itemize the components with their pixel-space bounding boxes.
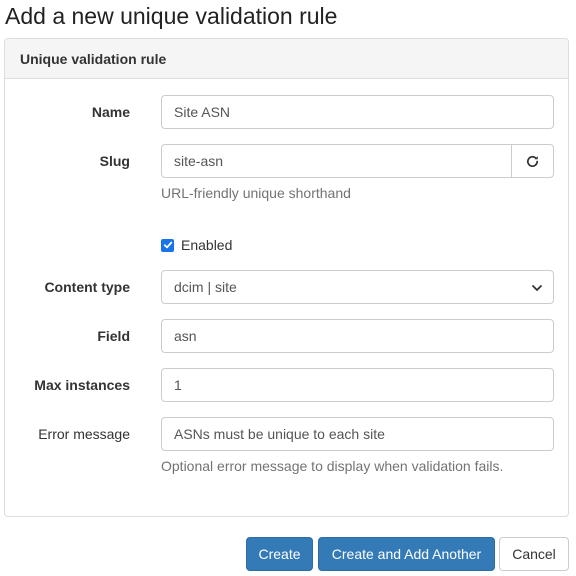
- panel-heading: Unique validation rule: [5, 39, 568, 79]
- slug-help-text: URL-friendly unique shorthand: [161, 185, 351, 201]
- regenerate-slug-button[interactable]: [511, 144, 554, 178]
- error-message-help-text: Optional error message to display when v…: [161, 458, 504, 474]
- error-message-input[interactable]: ASNs must be unique to each site: [161, 417, 554, 451]
- enabled-label: Enabled: [181, 237, 233, 253]
- name-label: Name: [91, 104, 130, 120]
- create-button[interactable]: Create: [246, 537, 313, 571]
- rule-form-panel: Unique validation rule Name Site ASN Slu…: [4, 38, 569, 517]
- checkmark-icon: [163, 241, 172, 249]
- enabled-checkbox[interactable]: [161, 238, 174, 252]
- content-type-value: dcim | site: [174, 279, 237, 295]
- cancel-button[interactable]: Cancel: [499, 537, 569, 571]
- slug-label: Slug: [99, 153, 130, 169]
- max-instances-input[interactable]: 1: [161, 368, 554, 402]
- content-type-select[interactable]: dcim | site: [161, 270, 554, 304]
- content-type-label: Content type: [44, 279, 130, 295]
- error-message-label: Error message: [38, 426, 130, 442]
- field-label: Field: [97, 328, 130, 344]
- chevron-down-icon: [532, 285, 542, 291]
- page-title: Add a new unique validation rule: [5, 3, 338, 29]
- max-instances-label: Max instances: [34, 377, 130, 393]
- field-input[interactable]: asn: [161, 319, 554, 353]
- create-and-add-another-button[interactable]: Create and Add Another: [318, 537, 495, 571]
- enabled-checkbox-row[interactable]: Enabled: [161, 235, 232, 255]
- refresh-icon: [527, 155, 539, 167]
- slug-input[interactable]: site-asn: [161, 144, 512, 178]
- name-input[interactable]: Site ASN: [161, 95, 554, 129]
